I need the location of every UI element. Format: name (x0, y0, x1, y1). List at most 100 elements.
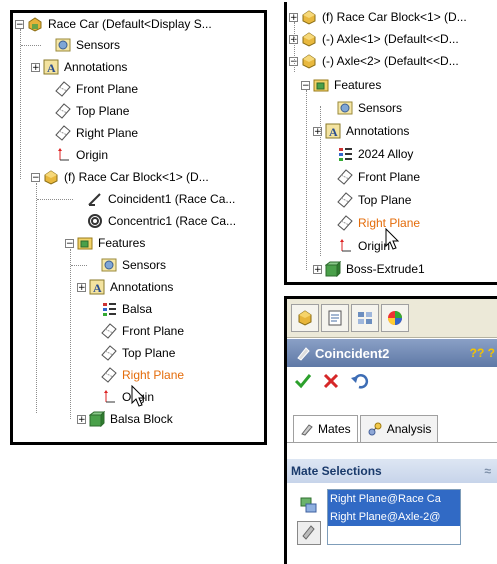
tree-item-label: Race Car (Default<Display S... (48, 17, 212, 31)
expand-icon[interactable]: + (289, 12, 298, 22)
right-tree-item[interactable]: − Features (301, 74, 383, 96)
plane-icon (55, 81, 71, 97)
tree-item-label: Origin (76, 148, 109, 162)
property-manager-tab[interactable] (321, 304, 349, 332)
coincident-mate-icon (87, 191, 103, 207)
right-tree-item[interactable]: Top Plane (325, 189, 413, 211)
collapse-icon[interactable]: − (301, 80, 310, 90)
mouse-pointer-icon (131, 385, 146, 407)
right-tree-item[interactable]: + Boss-Extrude1 (313, 258, 427, 280)
collapse-icon[interactable]: − (31, 172, 40, 182)
cancel-x-icon[interactable] (321, 371, 341, 391)
tree-connector-line (20, 29, 21, 179)
tree-connector-line (37, 199, 73, 200)
tab-analysis[interactable]: Analysis (359, 415, 439, 442)
mate-selections-header[interactable]: Mate Selections ≈ (287, 459, 497, 483)
sensors-icon (101, 257, 117, 273)
right-tree-item[interactable]: + A Annotations (313, 120, 411, 142)
left-tree-item[interactable]: + A Annotations (31, 56, 129, 78)
tree-item-label: Balsa Block (110, 412, 173, 426)
annotations-icon: A (325, 123, 341, 139)
mate-selections-list[interactable]: Right Plane@Race Ca Right Plane@Axle-2@ (327, 489, 461, 545)
plane-icon (55, 103, 71, 119)
expand-icon[interactable]: + (77, 282, 86, 292)
tree-item-label: Boss-Extrude1 (346, 262, 425, 276)
tree-item-label: Top Plane (76, 104, 130, 118)
left-tree-item[interactable]: Sensors (89, 254, 168, 276)
tree-item-label: Features (334, 78, 382, 92)
selection-item-1[interactable]: Right Plane@Race Ca (328, 490, 460, 508)
feature-manager-tab[interactable] (291, 304, 319, 332)
left-tree-item[interactable]: Top Plane (89, 342, 177, 364)
tree-item-label: Concentric1 (Race Ca... (108, 214, 237, 228)
property-manager-icon (328, 310, 342, 326)
tree-item-label: Top Plane (122, 346, 176, 360)
annotations-icon: A (43, 59, 59, 75)
part-icon (301, 53, 317, 69)
plane-icon (101, 367, 117, 383)
undo-icon[interactable] (349, 371, 369, 391)
tree-item-label: (f) Race Car Block<1> (D... (64, 170, 209, 184)
svg-text:A: A (93, 281, 102, 295)
collapse-icon[interactable]: − (15, 19, 24, 29)
mate-type-button[interactable] (297, 521, 321, 545)
left-feature-tree: − Race Car (Default<Display S... Sensors + A… (10, 10, 267, 445)
annotations-icon: A (89, 279, 105, 295)
ok-check-icon[interactable] (293, 371, 313, 391)
tree-connector-line (320, 106, 321, 256)
left-tree-item[interactable]: + A Annotations (77, 276, 175, 298)
plane-icon (337, 192, 353, 208)
left-tree-item[interactable]: Front Plane (43, 78, 140, 100)
tree-item-label: Sensors (122, 258, 167, 272)
tab-mates-label: Mates (318, 422, 351, 436)
left-tree-item[interactable]: Top Plane (43, 100, 131, 122)
left-tree-item[interactable]: Balsa (89, 298, 154, 320)
origin-icon (55, 147, 71, 163)
right-tree-item[interactable]: Sensors (325, 97, 404, 119)
origin-icon (337, 238, 353, 254)
plane-icon (101, 345, 117, 361)
part-icon (301, 31, 317, 47)
right-tree-item[interactable]: + (-) Axle<1> (Default<<D... (289, 28, 461, 50)
left-tree-item[interactable]: Sensors (43, 34, 122, 56)
collapse-icon[interactable]: − (65, 238, 74, 248)
tree-connector-line (71, 265, 87, 266)
left-tree-item[interactable]: + Balsa Block (77, 408, 175, 430)
right-tree-item[interactable]: − (-) Axle<2> (Default<<D... (289, 50, 461, 72)
left-tree-item[interactable]: Right Plane (43, 122, 140, 144)
part-icon (43, 169, 59, 185)
tree-item-label: Front Plane (76, 82, 139, 96)
appearance-manager-tab[interactable] (381, 304, 409, 332)
left-tree-item[interactable]: Right Plane (89, 364, 186, 386)
left-tree-item[interactable]: − Race Car (Default<Display S... (15, 13, 214, 35)
expand-icon[interactable]: + (77, 414, 86, 424)
help-icon[interactable]: ?? ? (470, 346, 495, 360)
left-tree-item[interactable]: − (f) Race Car Block<1> (D... (31, 166, 211, 188)
selection-item-2[interactable]: Right Plane@Axle-2@ (328, 508, 460, 526)
mates-tab-icon (301, 424, 313, 436)
right-tree-item[interactable]: + (f) Race Car Block<1> (D... (289, 6, 469, 28)
tree-item-label: Top Plane (358, 193, 412, 207)
expand-icon[interactable]: + (313, 264, 322, 274)
tree-item-label: Annotations (110, 280, 174, 294)
left-tree-item[interactable]: Concentric1 (Race Ca... (75, 210, 238, 232)
collapse-chevron-icon[interactable]: ≈ (484, 464, 491, 478)
tree-item-label: Annotations (346, 124, 410, 138)
right-tree-item[interactable]: Right Plane (325, 212, 422, 234)
left-tree-item[interactable]: Coincident1 (Race Ca... (75, 188, 237, 210)
entities-to-mate-icon (300, 497, 317, 513)
right-tree-item[interactable]: 2024 Alloy (325, 143, 415, 165)
material-icon (337, 146, 353, 162)
left-tree-item[interactable]: Front Plane (89, 320, 186, 342)
tab-mates[interactable]: Mates (293, 415, 358, 442)
part-icon (301, 9, 317, 25)
manager-tabs (287, 299, 497, 338)
configuration-manager-tab[interactable] (351, 304, 379, 332)
right-tree-item[interactable]: Front Plane (325, 166, 422, 188)
left-tree-item[interactable]: − Features (65, 232, 147, 254)
mate-title: Coincident2 (315, 345, 390, 361)
tree-item-label: (f) Race Car Block<1> (D... (322, 10, 467, 24)
left-tree-item[interactable]: Origin (43, 144, 110, 166)
expand-icon[interactable]: + (31, 62, 40, 72)
right-tree-item[interactable]: Origin (325, 235, 392, 257)
